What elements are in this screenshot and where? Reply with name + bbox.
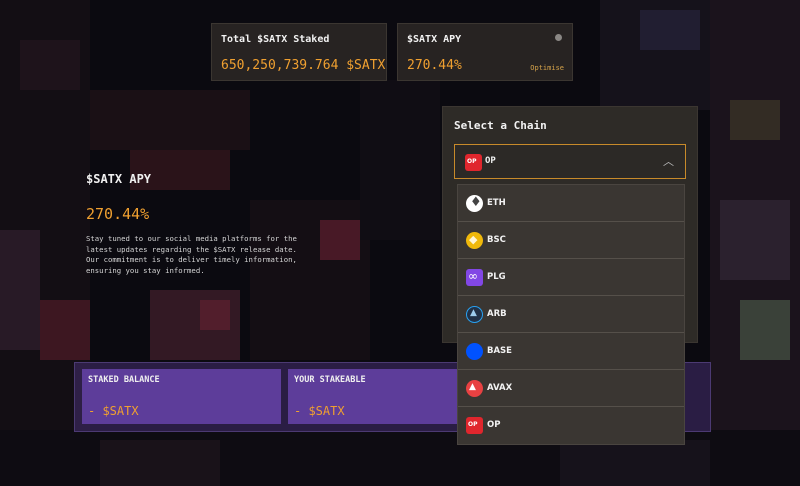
- chain-option-label: BASE: [487, 346, 512, 356]
- chain-selector-title: Select a Chain: [454, 119, 547, 132]
- apy-card-label: $SATX APY: [407, 34, 462, 45]
- chain-option-op[interactable]: OP: [458, 407, 684, 444]
- eth-icon: [466, 195, 483, 212]
- chain-option-avax[interactable]: AVAX: [458, 370, 684, 407]
- apy-section-description: Stay tuned to our social media platforms…: [86, 234, 297, 275]
- chain-option-plg[interactable]: PLG: [458, 259, 684, 296]
- staked-balance-value: - $SATX: [88, 404, 139, 418]
- apy-section-value: 270.44%: [86, 205, 150, 223]
- chain-option-label: ETH: [487, 198, 506, 208]
- apy-card: $SATX APY 270.44% Optimise: [397, 23, 573, 81]
- chain-option-arb[interactable]: ARB: [458, 296, 684, 333]
- chain-option-label: OP: [487, 420, 501, 430]
- staked-balance-label: STAKED BALANCE: [88, 375, 160, 385]
- total-staked-value: 650,250,739.764 $SATX: [221, 58, 386, 73]
- chain-option-base[interactable]: BASE: [458, 333, 684, 370]
- optimise-link[interactable]: Optimise: [530, 64, 564, 72]
- chevron-up-icon[interactable]: ︿: [663, 153, 674, 169]
- apy-card-value: 270.44%: [407, 58, 462, 73]
- op-icon: [466, 417, 483, 434]
- total-staked-card: Total $SATX Staked 650,250,739.764 $SATX: [211, 23, 387, 81]
- apy-section-title: $SATX APY: [86, 172, 152, 186]
- staked-balance-box: STAKED BALANCE - $SATX: [82, 369, 281, 424]
- arb-icon: [466, 306, 483, 323]
- stakeable-label: YOUR STAKEABLE: [294, 375, 366, 385]
- chain-select-dropdown[interactable]: OP ︿: [454, 144, 686, 179]
- chain-option-label: AVAX: [487, 383, 513, 393]
- chain-option-label: ARB: [487, 309, 507, 319]
- info-icon[interactable]: [555, 34, 562, 41]
- base-icon: [466, 343, 483, 360]
- chain-option-label: PLG: [487, 272, 506, 282]
- chain-option-label: BSC: [487, 235, 506, 245]
- chain-option-bsc[interactable]: BSC: [458, 222, 684, 259]
- bsc-icon: [466, 232, 483, 249]
- chain-options-list: ETH BSC PLG ARB BASE AVAX OP: [457, 184, 685, 445]
- total-staked-label: Total $SATX Staked: [221, 34, 330, 45]
- stakeable-box: YOUR STAKEABLE - $SATX: [288, 369, 458, 424]
- plg-icon: [466, 269, 483, 286]
- selected-chain-label: OP: [485, 156, 496, 166]
- stakeable-value: - $SATX: [294, 404, 345, 418]
- op-icon: [465, 154, 482, 171]
- chain-option-eth[interactable]: ETH: [458, 185, 684, 222]
- avax-icon: [466, 380, 483, 397]
